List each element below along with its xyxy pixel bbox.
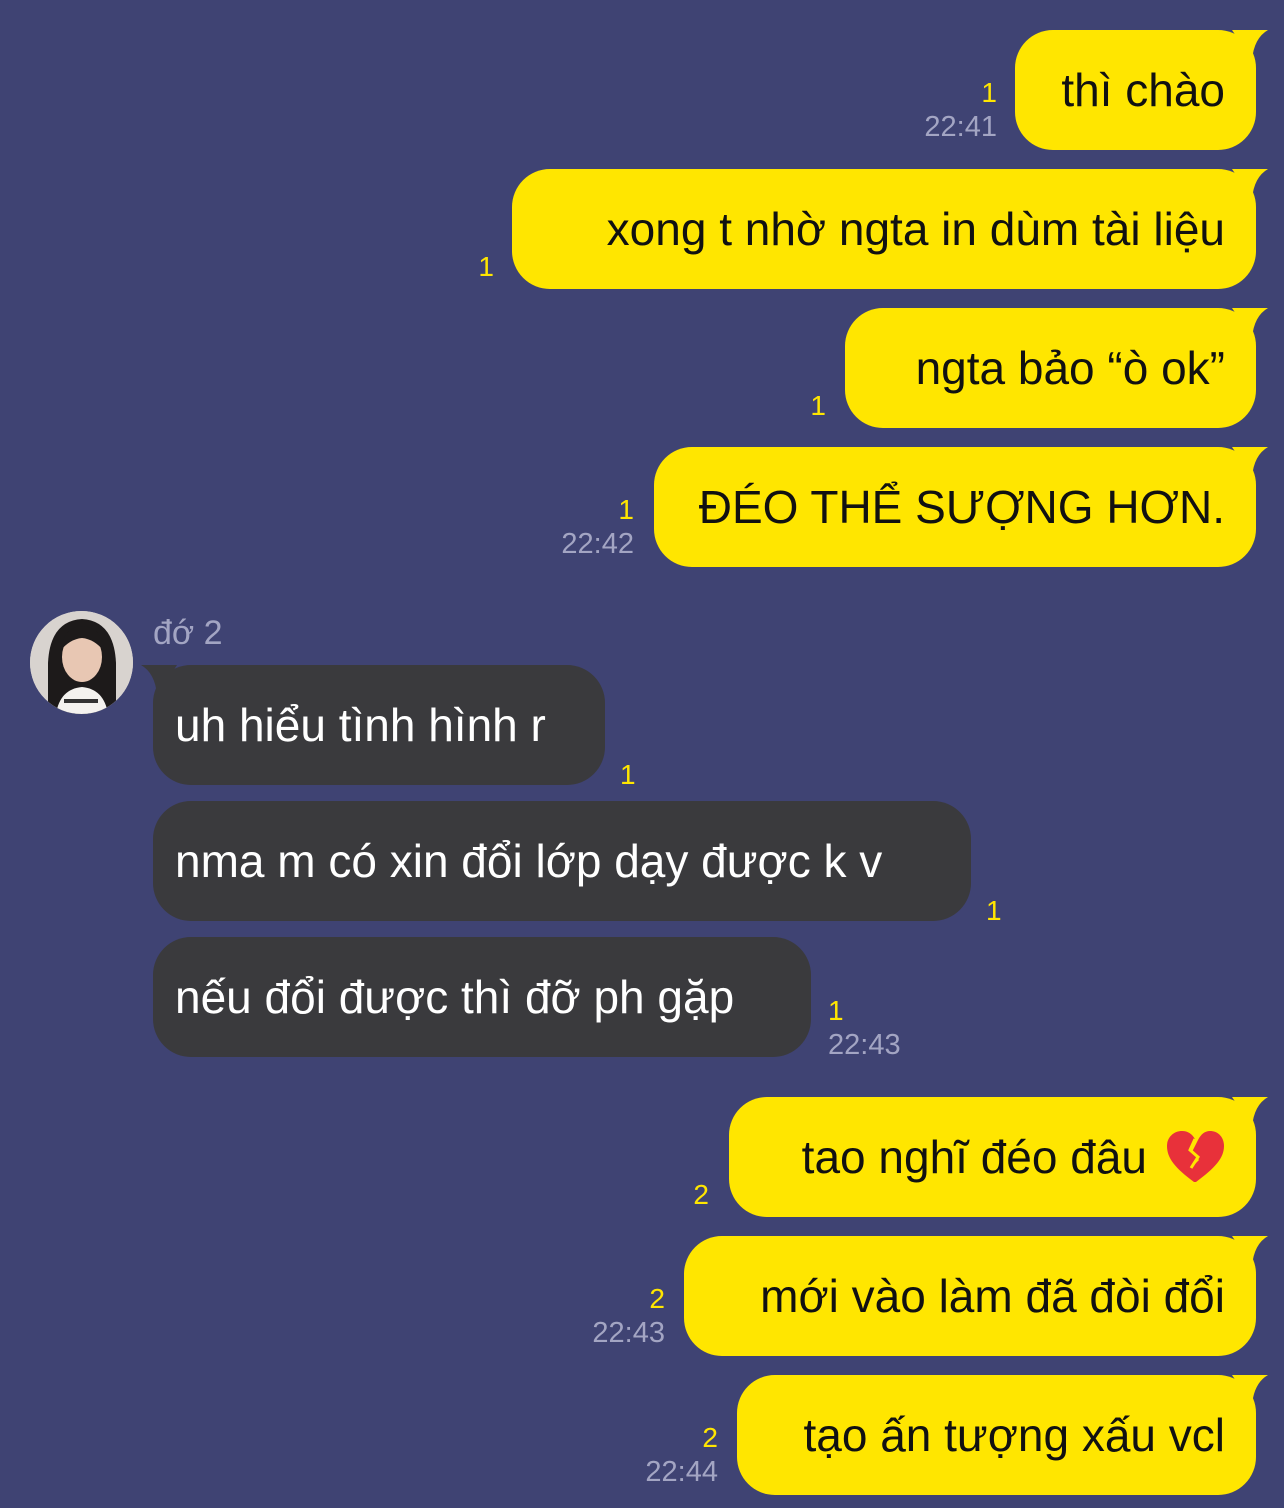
message-meta: 1	[810, 392, 826, 420]
unread-count: 1	[828, 995, 844, 1026]
unread-count: 2	[693, 1179, 709, 1210]
bubble-tail	[1232, 30, 1268, 60]
message-meta: 1	[986, 897, 1002, 925]
message-bubble-outgoing[interactable]: tao nghĩ đéo đâu	[729, 1097, 1268, 1217]
unread-count: 2	[649, 1283, 665, 1314]
broken-heart-icon	[1167, 1131, 1224, 1182]
unread-count: 1	[620, 759, 636, 790]
message-text: tạo ấn tượng xấu vcl	[803, 1409, 1225, 1461]
bubble-tail	[1232, 169, 1268, 199]
message-bubble-outgoing[interactable]: ĐÉO THỂ SƯỢNG HƠN.	[654, 447, 1268, 567]
unread-count: 1	[981, 77, 997, 108]
unread-count: 1	[810, 390, 826, 421]
message-meta: 1	[620, 761, 636, 789]
bubble-tail	[1232, 1097, 1268, 1127]
message-text: tao nghĩ đéo đâu	[801, 1131, 1147, 1183]
message-bubble-incoming[interactable]: nma m có xin đổi lớp dạy được k v	[153, 801, 971, 921]
message-meta: 1 22:41	[924, 79, 997, 142]
timestamp: 22:43	[592, 1317, 665, 1349]
sender-name: đớ 2	[153, 614, 223, 652]
chat-window: thì chào 1 22:41 xong t nhờ ngta in dùm …	[0, 0, 1284, 1508]
message-meta: 1 22:43	[828, 997, 901, 1060]
message-meta: 1 22:42	[561, 496, 634, 559]
bubble-tail	[1232, 1375, 1268, 1405]
profile-photo-icon	[30, 611, 133, 714]
message-text: ĐÉO THỂ SƯỢNG HƠN.	[698, 481, 1225, 533]
message-bubble-outgoing[interactable]: tạo ấn tượng xấu vcl	[737, 1375, 1268, 1495]
bubble-tail	[1232, 308, 1268, 338]
message-text: nma m có xin đổi lớp dạy được k v	[175, 835, 883, 887]
bubble-tail	[1232, 447, 1268, 477]
message-bubble-outgoing[interactable]: thì chào	[1015, 30, 1268, 150]
unread-count: 2	[702, 1422, 718, 1453]
message-text: thì chào	[1061, 64, 1225, 116]
timestamp: 22:41	[924, 111, 997, 143]
message-bubble-outgoing[interactable]: mới vào làm đã đòi đổi	[684, 1236, 1268, 1356]
timestamp: 22:42	[561, 528, 634, 560]
message-bubble-incoming[interactable]: uh hiểu tình hình r	[141, 665, 605, 785]
message-text: mới vào làm đã đòi đổi	[760, 1270, 1225, 1322]
message-bubble-outgoing[interactable]: xong t nhờ ngta in dùm tài liệu	[512, 169, 1268, 289]
message-bubble-outgoing[interactable]: ngta bảo “ò ok”	[845, 308, 1268, 428]
unread-count: 1	[618, 494, 634, 525]
unread-count: 1	[478, 251, 494, 282]
bubble-tail	[141, 665, 177, 695]
unread-count: 1	[986, 895, 1002, 926]
message-text: xong t nhờ ngta in dùm tài liệu	[606, 203, 1225, 255]
avatar[interactable]	[30, 611, 133, 714]
message-text: ngta bảo “ò ok”	[915, 342, 1225, 394]
timestamp: 22:43	[828, 1029, 901, 1061]
message-meta: 2 22:44	[645, 1424, 718, 1487]
bubble-tail	[1232, 1236, 1268, 1266]
message-meta: 1	[478, 253, 494, 281]
message-bubble-incoming[interactable]: nếu đổi được thì đỡ ph gặp	[153, 937, 811, 1057]
message-text: nếu đổi được thì đỡ ph gặp	[175, 971, 735, 1023]
timestamp: 22:44	[645, 1456, 718, 1488]
message-meta: 2	[693, 1181, 709, 1209]
message-meta: 2 22:43	[592, 1285, 665, 1348]
message-text: uh hiểu tình hình r	[175, 699, 546, 751]
